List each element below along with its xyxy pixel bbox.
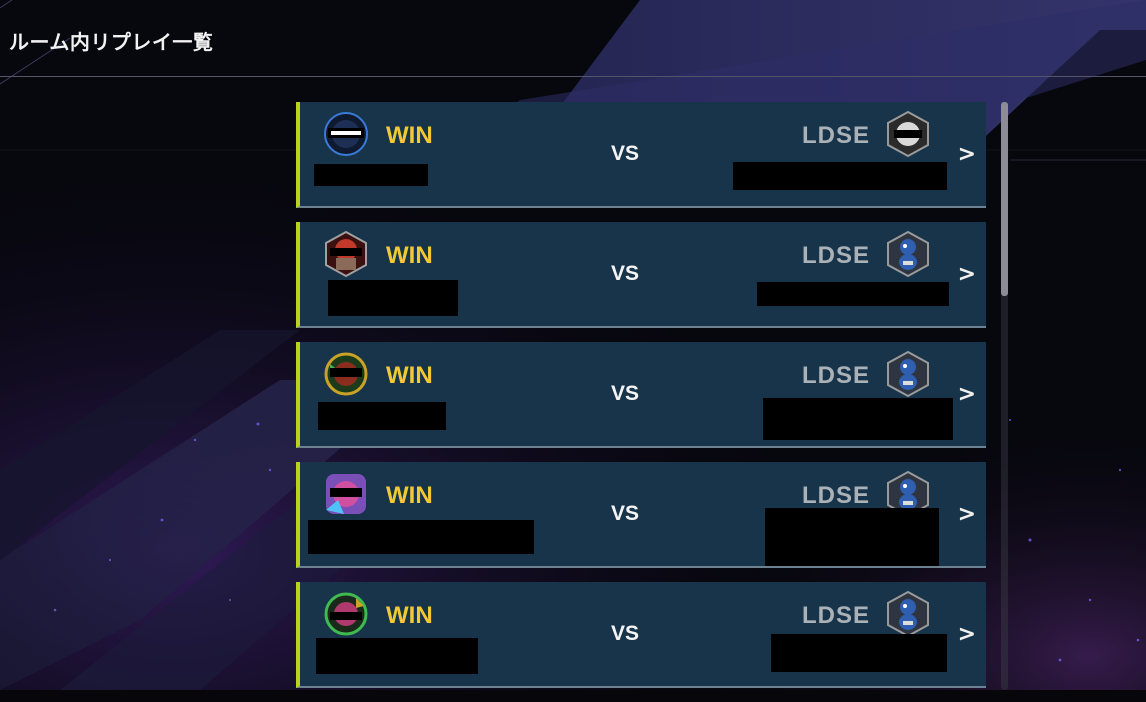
replay-row[interactable]: WIN VS LDSE > [296,342,986,448]
win-label: WIN [386,482,433,509]
win-label: WIN [386,602,433,629]
player-name-redacted [318,402,446,430]
rainbow-avatar-icon [326,474,366,514]
blue-creature-avatar-icon [887,230,929,278]
red-warrior-avatar-icon [325,230,367,278]
vs-label: VS [611,502,640,525]
lose-label: LDSE [801,362,870,389]
lose-label: LDSE [801,482,870,509]
blue-creature-avatar-icon [887,350,929,398]
vs-label: VS [611,262,640,285]
lose-label: LDSE [801,602,870,629]
lose-label: LDSE [801,242,870,269]
green-gold-avatar-icon [324,352,368,396]
chevron-right-icon: > [957,262,976,287]
win-label: WIN [386,362,433,389]
blue-creature-avatar-icon [887,590,929,638]
replay-row[interactable]: WIN VS LDSE > [296,582,986,688]
opponent-name-redacted [771,634,947,672]
scrollbar-thumb[interactable] [1001,102,1008,296]
opponent-name-redacted [757,282,949,306]
opponent-name-redacted [765,508,939,566]
opponent-name-redacted [733,162,947,190]
lose-label: LDSE [801,122,870,149]
opponent-name-redacted [763,398,953,440]
player-name-redacted [328,280,458,316]
player-name-redacted [308,520,534,554]
title-divider [0,76,1146,77]
chevron-right-icon: > [957,142,976,167]
chevron-right-icon: > [957,382,976,407]
vs-label: VS [611,622,640,645]
win-label: WIN [386,242,433,269]
green-ring-avatar-icon [324,592,368,636]
player-name-redacted [314,164,428,186]
silver-helmet-avatar-icon [887,110,929,158]
replay-row[interactable]: WIN VS LDSE > [296,102,986,208]
player-name-redacted [316,638,478,674]
chevron-right-icon: > [957,502,976,527]
vs-label: VS [611,382,640,405]
scrollbar[interactable] [1001,102,1008,690]
page-title: ルーム内リプレイ一覧 [9,30,214,54]
chevron-right-icon: > [957,622,976,647]
dark-orb-avatar-icon [324,112,368,156]
replay-row[interactable]: WIN VS LDSE > [296,462,986,568]
win-label: WIN [386,122,433,149]
vs-label: VS [611,142,640,165]
replay-list[interactable]: WIN VS LDSE > WIN VS LDSE > WIN VS LDSE … [296,102,986,702]
replay-row[interactable]: WIN VS LDSE > [296,222,986,328]
